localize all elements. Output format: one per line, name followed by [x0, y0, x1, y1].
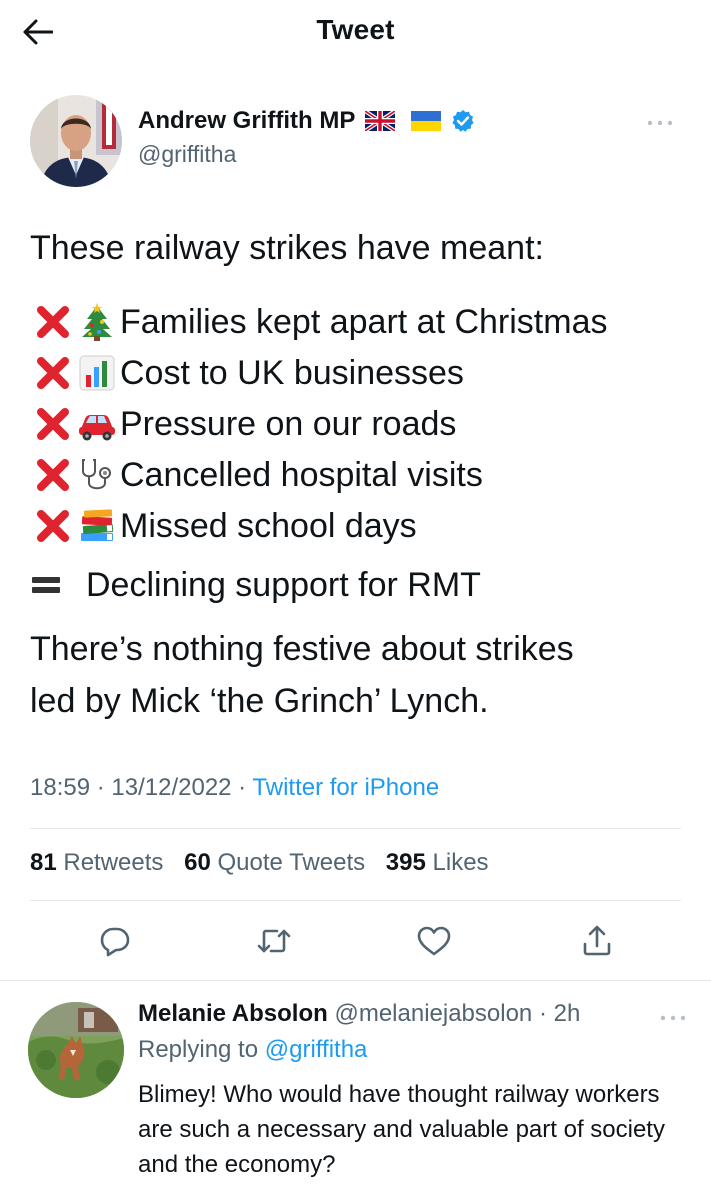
- author-avatar[interactable]: [30, 95, 122, 187]
- car-icon: [74, 404, 120, 444]
- reply-time: 2h: [553, 1000, 581, 1027]
- tweet-closing: There’s nothing festive about strikes le…: [30, 629, 690, 733]
- tweet-action-bar: [0, 916, 711, 966]
- tweet-list: Families kept apart at Christmas Cost to…: [30, 296, 690, 551]
- conclusion-text: Declining support for RMT: [86, 566, 481, 604]
- reply-avatar[interactable]: [28, 1002, 124, 1098]
- books-icon: [74, 506, 120, 546]
- list-item: Missed school days: [30, 500, 690, 551]
- more-options-button[interactable]: [642, 113, 678, 133]
- cross-mark-icon: [30, 506, 76, 546]
- cross-mark-icon: [30, 404, 76, 444]
- likes-stat[interactable]: 395 Likes: [386, 849, 489, 876]
- tweet-meta: 18:59 · 13/12/2022 · Twitter for iPhone: [30, 774, 439, 802]
- divider: [30, 828, 681, 829]
- list-item: Pressure on our roads: [30, 398, 690, 449]
- replying-to-label: Replying to: [138, 1036, 259, 1063]
- separator: ·: [90, 774, 112, 801]
- cross-mark-icon: [30, 302, 76, 342]
- share-button[interactable]: [575, 916, 619, 966]
- reply-tweet[interactable]: Melanie Absolon @melaniejabsolon · 2h Re…: [0, 980, 711, 1200]
- tweet-date: 13/12/2022: [111, 774, 232, 801]
- top-bar: Tweet: [0, 0, 711, 64]
- like-icon: [417, 926, 451, 956]
- like-button[interactable]: [412, 916, 456, 966]
- author-name-row[interactable]: Andrew Griffith MP: [138, 107, 475, 135]
- retweet-button[interactable]: [252, 916, 296, 966]
- tweet-conclusion: Declining support for RMT: [30, 563, 690, 607]
- tweet-author: Andrew Griffith MP @griffitha: [30, 95, 690, 190]
- uk-flag-icon: [365, 111, 396, 131]
- more-dots-icon: [647, 120, 673, 126]
- list-item: Families kept apart at Christmas: [30, 296, 690, 347]
- retweet-icon: [257, 929, 291, 953]
- divider: [30, 900, 681, 901]
- reply-author-handle[interactable]: @melaniejabsolon: [334, 1000, 532, 1027]
- author-name: Andrew Griffith MP: [138, 107, 356, 134]
- reply-header: Melanie Absolon @melaniejabsolon · 2h: [138, 1000, 580, 1028]
- list-item-text: Pressure on our roads: [120, 404, 457, 443]
- author-handle[interactable]: @griffitha: [138, 141, 236, 168]
- ukraine-flag-icon: [411, 111, 442, 131]
- separator: ·: [231, 774, 253, 801]
- bar-chart-icon: [74, 353, 120, 393]
- reply-text: Blimey! Who would have thought railway w…: [138, 1081, 665, 1178]
- tweet-time: 18:59: [30, 774, 91, 801]
- equals-icon: [30, 565, 86, 605]
- list-item-text: Cost to UK businesses: [120, 353, 464, 392]
- christmas-tree-icon: [74, 302, 120, 342]
- tweet-intro: These railway strikes have meant:: [30, 229, 544, 267]
- replying-to-mention[interactable]: @griffitha: [265, 1036, 368, 1063]
- reply-more-options-button[interactable]: [655, 1008, 691, 1028]
- list-item: Cost to UK businesses: [30, 347, 690, 398]
- cross-mark-icon: [30, 353, 76, 393]
- tweet-source-link[interactable]: Twitter for iPhone: [252, 774, 439, 801]
- more-dots-icon: [660, 1015, 686, 1021]
- list-item-text: Cancelled hospital visits: [120, 455, 483, 494]
- closing-line-2: led by Mick ‘the Grinch’ Lynch.: [30, 682, 489, 720]
- quote-tweets-stat[interactable]: 60 Quote Tweets: [184, 849, 365, 876]
- page-title: Tweet: [316, 14, 395, 45]
- list-item-text: Families kept apart at Christmas: [120, 302, 608, 341]
- reply-button[interactable]: [93, 916, 137, 966]
- separator: ·: [532, 1000, 554, 1027]
- list-item: Cancelled hospital visits: [30, 449, 690, 500]
- reply-icon: [100, 927, 130, 957]
- stethoscope-icon: [74, 455, 120, 495]
- replying-to: Replying to @griffitha: [138, 1036, 367, 1064]
- list-item-text: Missed school days: [120, 506, 417, 545]
- tweet-stats: 81 Retweets 60 Quote Tweets 395 Likes: [30, 849, 503, 877]
- closing-line-1: There’s nothing festive about strikes: [30, 630, 574, 668]
- share-icon: [583, 925, 611, 956]
- retweets-stat[interactable]: 81 Retweets: [30, 849, 163, 876]
- cross-mark-icon: [30, 455, 76, 495]
- verified-badge-icon: [452, 110, 474, 132]
- reply-author-name[interactable]: Melanie Absolon: [138, 1000, 328, 1027]
